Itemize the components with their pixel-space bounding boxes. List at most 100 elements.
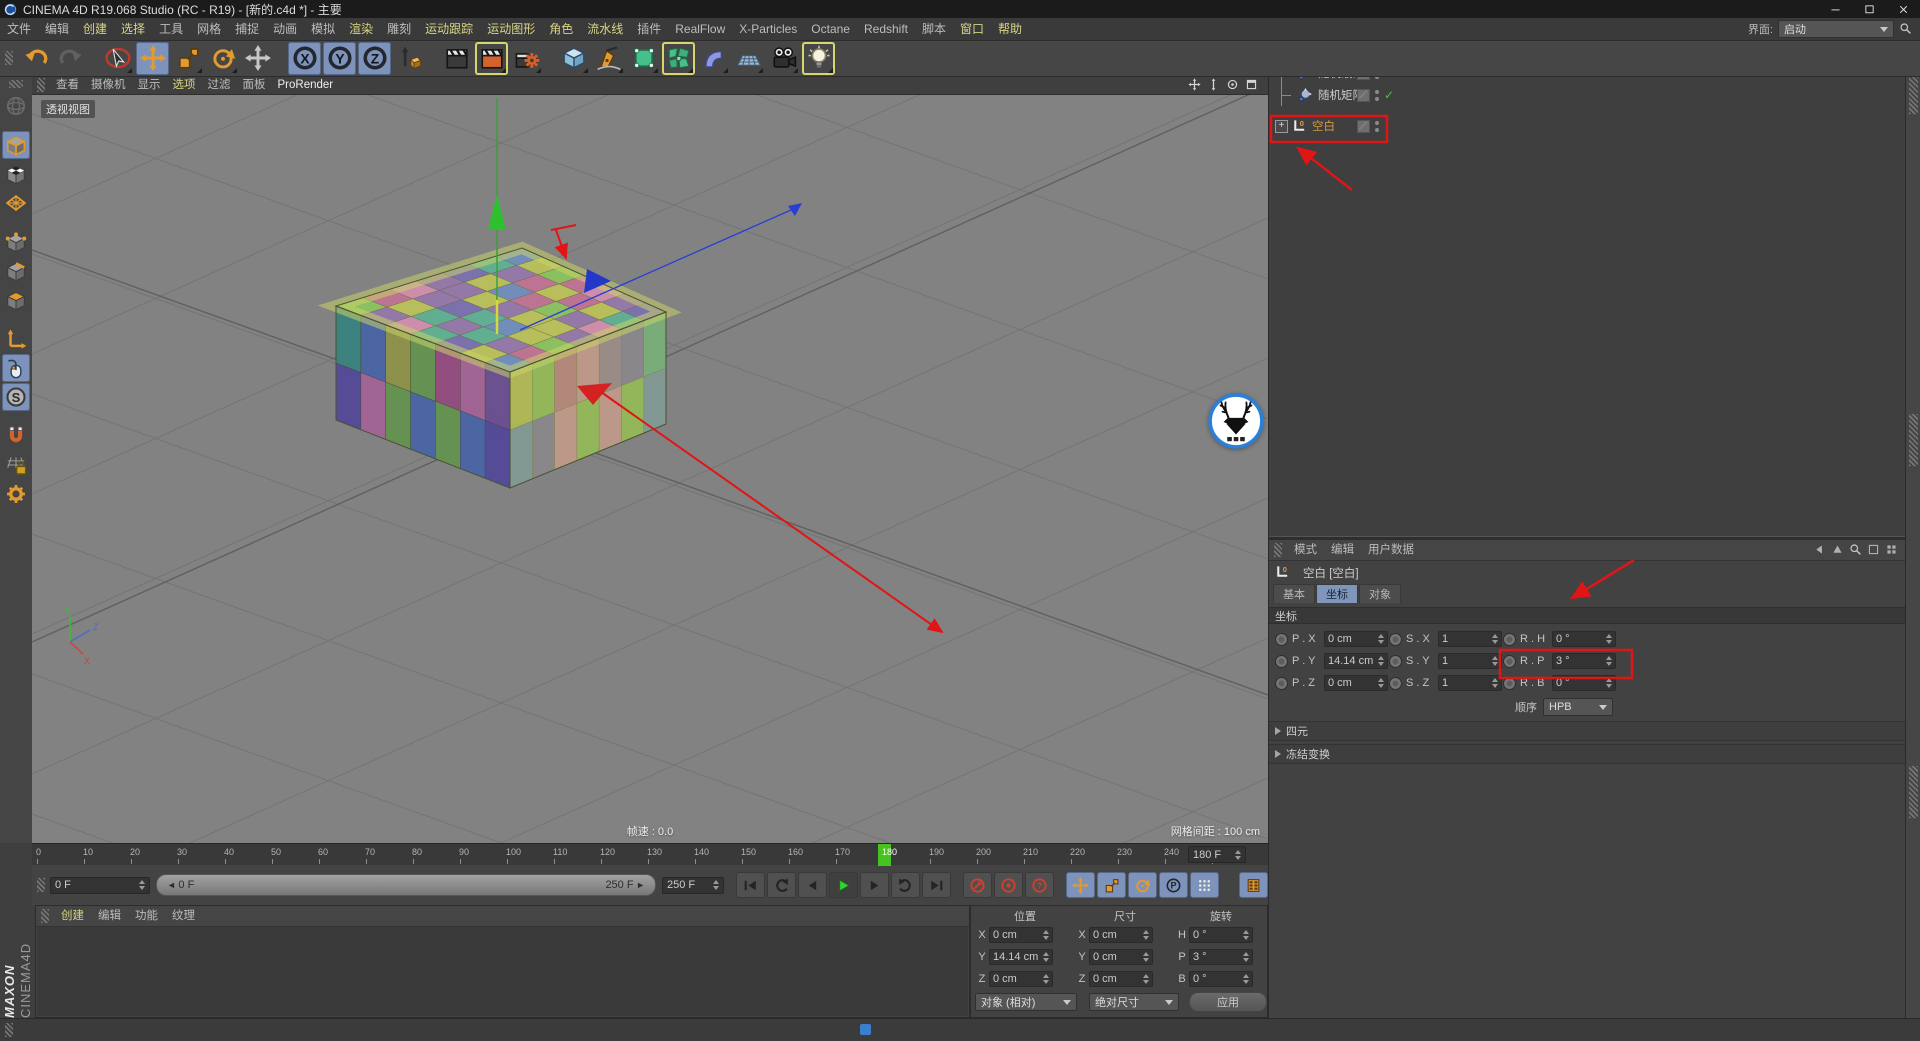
collapsed-section[interactable]: 冻结变换: [1269, 744, 1905, 764]
menu-item[interactable]: 动画: [266, 18, 304, 40]
render-to-picture-viewer-icon[interactable]: [475, 42, 508, 75]
modeling-settings-icon[interactable]: [2, 480, 30, 508]
last-used-icon[interactable]: [241, 42, 274, 75]
current-frame-field[interactable]: 0 F: [50, 877, 150, 894]
menu-item[interactable]: 工具: [152, 18, 190, 40]
goto-start-button[interactable]: [736, 872, 765, 898]
polygons-mode-icon[interactable]: [2, 286, 30, 314]
play-button[interactable]: [829, 872, 858, 898]
position-mode-dropdown[interactable]: 对象 (相对): [975, 993, 1077, 1011]
menu-item[interactable]: 编辑: [1324, 540, 1361, 560]
redo-icon[interactable]: [54, 42, 87, 75]
menu-item[interactable]: 插件: [630, 18, 668, 40]
value-field[interactable]: 1: [1438, 675, 1502, 691]
edit-render-settings-icon[interactable]: [510, 42, 543, 75]
size-mode-dropdown[interactable]: 绝对尺寸: [1089, 993, 1179, 1011]
menu-item[interactable]: 创建: [76, 18, 114, 40]
search-icon[interactable]: [1849, 543, 1863, 557]
menu-item[interactable]: 显示: [132, 76, 167, 94]
menu-item[interactable]: 编辑: [38, 18, 76, 40]
material-manager[interactable]: 创建编辑功能纹理: [35, 905, 970, 1018]
menu-item[interactable]: 查看: [50, 76, 85, 94]
keyframe-radio[interactable]: [1389, 677, 1402, 690]
menu-item[interactable]: 用户数据: [1361, 540, 1421, 560]
panel-handle[interactable]: [41, 909, 49, 923]
maximize-button[interactable]: [1852, 0, 1886, 18]
menu-item[interactable]: 创建: [54, 906, 91, 926]
keyframe-radio[interactable]: [1503, 677, 1516, 690]
spinner[interactable]: [1489, 678, 1498, 688]
keyframe-presets-button[interactable]: [1239, 872, 1268, 898]
keyframe-radio[interactable]: [1389, 655, 1402, 668]
menu-item[interactable]: 功能: [128, 906, 165, 926]
coord-field[interactable]: 0 cm: [1089, 971, 1153, 987]
expand-icon[interactable]: +: [1275, 120, 1288, 133]
rotation-order-dropdown[interactable]: HPB: [1543, 698, 1613, 716]
play-backwards-button[interactable]: [767, 872, 796, 898]
primitive-cube-icon[interactable]: [557, 42, 590, 75]
dolly-view-icon[interactable]: [1207, 78, 1222, 93]
spinner[interactable]: [1489, 634, 1498, 644]
spinner[interactable]: [1375, 634, 1384, 644]
keyframe-selection-button[interactable]: ?: [1025, 872, 1054, 898]
visibility-dots[interactable]: [1375, 121, 1379, 132]
menu-item[interactable]: 摄像机: [85, 76, 132, 94]
edges-mode-icon[interactable]: [2, 257, 30, 285]
value-field[interactable]: 3 °: [1552, 653, 1616, 669]
viewport-solo-icon[interactable]: [2, 354, 30, 382]
keyframe-radio[interactable]: [1275, 655, 1288, 668]
viewport-canvas[interactable]: Y Z X 透视视图 帧速 : 0.0 网格间距 : 100 cm: [32, 94, 1268, 843]
dock-handle[interactable]: [1909, 766, 1918, 818]
menu-item[interactable]: 雕刻: [380, 18, 418, 40]
enable-snap-icon[interactable]: S: [2, 383, 30, 411]
menu-item[interactable]: 选项: [167, 76, 202, 94]
menu-item[interactable]: 渲染: [342, 18, 380, 40]
menu-item[interactable]: 窗口: [953, 18, 991, 40]
coord-field[interactable]: 3 °: [1189, 949, 1253, 965]
spinner[interactable]: [1603, 634, 1612, 644]
menu-item[interactable]: Redshift: [857, 18, 915, 40]
make-editable-icon[interactable]: [2, 92, 30, 120]
menu-item[interactable]: 纹理: [165, 906, 202, 926]
spinner[interactable]: [1375, 678, 1384, 688]
layer-toggle[interactable]: [1357, 120, 1370, 133]
key-position-button[interactable]: [1066, 872, 1095, 898]
menu-item[interactable]: 脚本: [915, 18, 953, 40]
menu-item[interactable]: 运动跟踪: [418, 18, 480, 40]
close-button[interactable]: [1886, 0, 1920, 18]
menu-item[interactable]: 选择: [114, 18, 152, 40]
keyframe-radio[interactable]: [1503, 633, 1516, 646]
panel-handle[interactable]: [1274, 543, 1282, 557]
arrow-up-icon[interactable]: [1831, 543, 1845, 557]
spinner[interactable]: [1603, 656, 1612, 666]
apply-button[interactable]: 应用: [1189, 992, 1267, 1012]
next-frame-button[interactable]: [860, 872, 889, 898]
texture-mode-icon[interactable]: [2, 160, 30, 188]
material-list-empty[interactable]: [37, 927, 968, 1016]
light-icon[interactable]: [802, 42, 835, 75]
object-row[interactable]: 随机矩阵✓: [1269, 84, 1905, 106]
workplane-mode-icon[interactable]: [2, 189, 30, 217]
attribute-manager[interactable]: 模式编辑用户数据 0 空白 [空白] 基本坐标对象 坐标 P . X0 cmS …: [1269, 540, 1905, 1018]
axis-mode-icon[interactable]: [2, 325, 30, 353]
key-scale-button[interactable]: [1097, 872, 1126, 898]
timeline-ruler[interactable]: 0102030405060708090100110120130140150160…: [32, 843, 1268, 867]
menu-item[interactable]: 捕捉: [228, 18, 266, 40]
menu-item[interactable]: 运动图形: [480, 18, 542, 40]
key-rotation-button[interactable]: [1128, 872, 1157, 898]
live-selection-icon[interactable]: [101, 42, 134, 75]
lock-panel-icon[interactable]: [1867, 543, 1881, 557]
spinner[interactable]: [1232, 850, 1241, 860]
tab-3[interactable]: 对象: [1359, 584, 1401, 603]
snap-settings-icon[interactable]: [2, 422, 30, 450]
menu-item[interactable]: 模式: [1287, 540, 1324, 560]
menu-item[interactable]: Octane: [804, 18, 857, 40]
menu-item[interactable]: 过滤: [202, 76, 237, 94]
menu-item[interactable]: 流水线: [580, 18, 630, 40]
floor-icon[interactable]: [732, 42, 765, 75]
palette-handle[interactable]: [5, 51, 13, 65]
menu-item[interactable]: 文件: [0, 18, 38, 40]
rotate-icon[interactable]: [206, 42, 239, 75]
object-manager[interactable]: 文件编辑查看对象标签书签 随机破碎✓随机矩阵✓+0空白: [1269, 42, 1905, 536]
previous-frame-button[interactable]: [798, 872, 827, 898]
